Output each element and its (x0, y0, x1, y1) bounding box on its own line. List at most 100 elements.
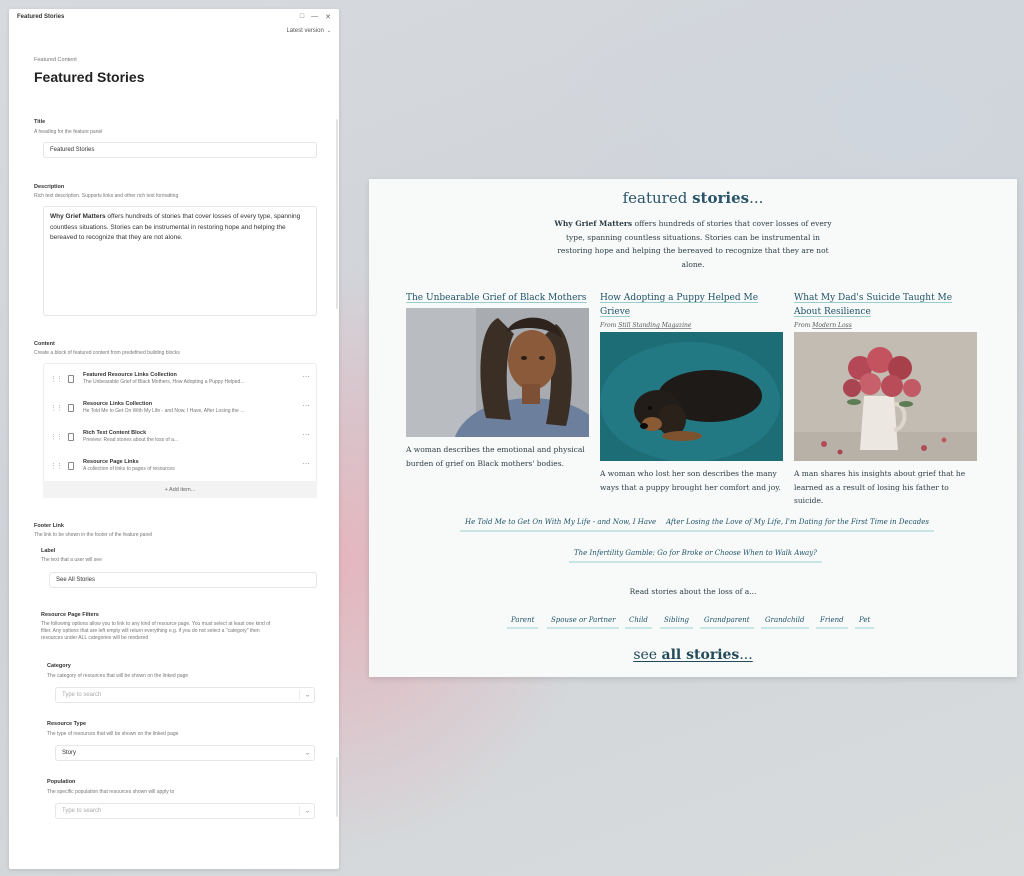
title-input[interactable]: Featured Stories (43, 142, 317, 158)
panel-header: Featured Stories □ — ✕ Latest version ⌄ (9, 9, 339, 43)
select-divider (299, 690, 300, 700)
story-card: How Adopting a Puppy Helped Me Grieve Fr… (600, 291, 783, 494)
preview-title-bold: stories (692, 189, 750, 207)
chevron-down-icon[interactable]: ⌄ (305, 808, 310, 815)
source-link[interactable]: Modern Loss (812, 322, 852, 329)
drag-handle-icon[interactable]: ⋮⋮ (50, 433, 63, 441)
chevron-down-icon: ⌄ (326, 28, 331, 34)
population-select[interactable]: Type to search ⌄ (55, 803, 315, 819)
version-label: Latest version (286, 28, 324, 34)
see-all-link[interactable]: see all stories... (369, 647, 1017, 663)
loss-tag[interactable]: Sibling (660, 613, 693, 629)
footer-link-hint: The link to be shown in the footer of th… (34, 532, 153, 538)
chevron-down-icon[interactable]: ⌄ (305, 750, 310, 757)
story-title[interactable]: The Unbearable Grief of Black Mothers (406, 291, 589, 305)
document-icon (68, 404, 74, 412)
story-source: From Still Standing Magazine (600, 322, 783, 329)
comment-icon[interactable]: □ (300, 13, 304, 21)
preview-description: Why Grief Matters offers hundreds of sto… (549, 217, 837, 271)
story-title[interactable]: What My Dad's Suicide Taught Me About Re… (794, 291, 977, 319)
panel-overline: Featured Content (34, 57, 77, 63)
population-placeholder: Type to search (62, 808, 102, 814)
scrollbar[interactable] (336, 119, 338, 309)
more-icon[interactable]: ⋯ (302, 430, 310, 439)
description-hint: Rich text description. Supports links an… (34, 193, 179, 199)
see-all-light: see (633, 647, 662, 663)
category-placeholder: Type to search (62, 692, 102, 698)
category-hint: The category of resources that will be s… (47, 673, 189, 679)
population-label: Population (47, 779, 76, 785)
story-image[interactable] (794, 332, 977, 461)
puppy-photo (600, 332, 783, 461)
population-hint: The specific population that resources s… (47, 789, 175, 795)
story-link[interactable]: The Infertility Gamble: Go for Broke or … (569, 545, 822, 563)
content-blocks-list: ⋮⋮ Featured Resource Links Collection Th… (43, 363, 317, 497)
drag-handle-icon[interactable]: ⋮⋮ (50, 375, 63, 383)
preview-title-light: featured (622, 189, 693, 207)
link-label-label: Label (41, 548, 56, 554)
title-label: Title (34, 119, 46, 125)
version-select[interactable]: Latest version ⌄ (286, 28, 331, 34)
see-all-bold: all stories (661, 647, 740, 663)
flowers-photo (794, 332, 977, 461)
story-card: The Unbearable Grief of Black Mothers A … (406, 291, 589, 470)
content-block[interactable]: ⋮⋮ Featured Resource Links Collection Th… (44, 366, 316, 394)
preview-panel: featured stories... Why Grief Matters of… (369, 179, 1017, 677)
source-prefix: From (600, 322, 619, 329)
title-hint: A heading for the feature panel (34, 129, 103, 135)
more-icon[interactable]: ⋯ (302, 459, 310, 468)
block-title: Rich Text Content Block (83, 430, 147, 436)
block-subtitle: He Told Me to Get On With My Life - and … (83, 408, 245, 414)
story-link[interactable]: After Losing the Love of My Life, I'm Da… (661, 514, 934, 532)
block-subtitle: The Unbearable Grief of Black Mothers, H… (83, 379, 245, 385)
scrollbar-lower[interactable] (336, 757, 338, 817)
resource-type-label: Resource Type (47, 721, 87, 727)
link-label-input[interactable]: See All Stories (49, 572, 317, 588)
woman-photo (406, 308, 589, 437)
description-bold: Why Grief Matters (50, 213, 106, 220)
resource-type-hint: The type of resources that will be shown… (47, 731, 179, 737)
content-block[interactable]: ⋮⋮ Resource Links Collection He Told Me … (44, 395, 316, 423)
story-card: What My Dad's Suicide Taught Me About Re… (794, 291, 977, 508)
story-image[interactable] (406, 308, 589, 437)
story-link[interactable]: He Told Me to Get On With My Life - and … (460, 514, 662, 532)
drag-handle-icon[interactable]: ⋮⋮ (50, 462, 63, 470)
filters-label: Resource Page Filters (41, 612, 99, 618)
story-title[interactable]: How Adopting a Puppy Helped Me Grieve (600, 291, 783, 319)
filters-hint: The following options allow you to link … (41, 621, 271, 641)
add-item-button[interactable]: + Add item... (43, 481, 317, 498)
drag-handle-icon[interactable]: ⋮⋮ (50, 404, 63, 412)
category-select[interactable]: Type to search ⌄ (55, 687, 315, 703)
story-source: From Modern Loss (794, 322, 977, 329)
more-icon[interactable]: ⋯ (302, 401, 310, 410)
chevron-down-icon[interactable]: ⌄ (305, 692, 310, 699)
content-block[interactable]: ⋮⋮ Resource Page Links A collection of l… (44, 453, 316, 481)
resource-type-select[interactable]: Story ⌄ (55, 745, 315, 761)
loss-tag[interactable]: Grandchild (761, 613, 809, 629)
minimize-icon[interactable]: — (311, 13, 318, 21)
loss-tag[interactable]: Grandparent (700, 613, 754, 629)
loss-tag[interactable]: Friend (816, 613, 848, 629)
loss-tag[interactable]: Spouse or Partner (547, 613, 620, 629)
source-link[interactable]: Still Standing Magazine (618, 322, 691, 329)
see-all-tail: ... (739, 647, 753, 663)
story-image[interactable] (600, 332, 783, 461)
document-icon (68, 375, 74, 383)
block-title: Resource Page Links (83, 459, 139, 465)
description-editor[interactable]: Why Grief Matters offers hundreds of sto… (43, 206, 317, 316)
window-controls: □ — ✕ (300, 13, 331, 21)
block-subtitle: A collection of links to pages of resour… (83, 466, 175, 472)
window-title: Featured Stories (17, 14, 65, 20)
category-label: Category (47, 663, 71, 669)
see-all-text: see all stories... (633, 647, 752, 663)
close-icon[interactable]: ✕ (325, 13, 331, 21)
preview-desc-bold: Why Grief Matters (554, 219, 633, 228)
content-block[interactable]: ⋮⋮ Rich Text Content Block Preview: Read… (44, 424, 316, 452)
loss-tag[interactable]: Pet (855, 613, 875, 629)
loss-tag[interactable]: Child (625, 613, 652, 629)
more-icon[interactable]: ⋯ (302, 372, 310, 381)
description-label: Description (34, 184, 65, 190)
link-label-hint: The text that a user will see (41, 557, 102, 563)
loss-tag[interactable]: Parent (507, 613, 539, 629)
preview-title: featured stories... (369, 189, 1017, 207)
